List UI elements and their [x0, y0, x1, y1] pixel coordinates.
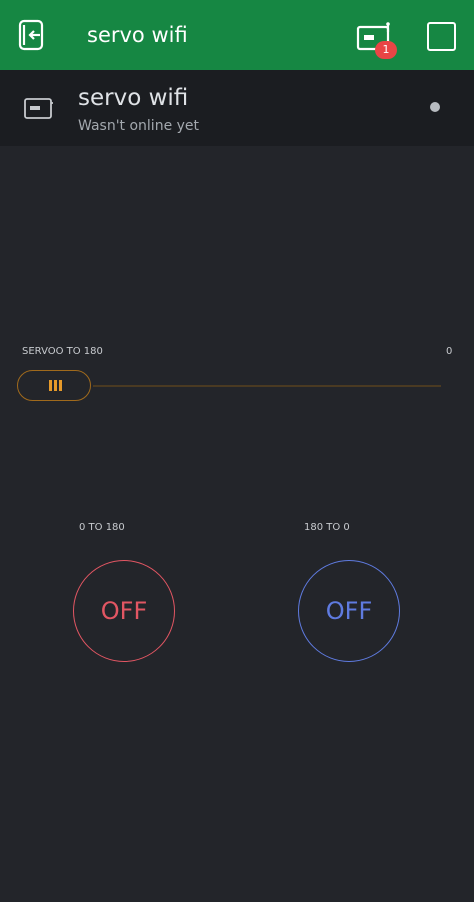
slider-value: 0 [446, 346, 453, 357]
device-icon [24, 98, 53, 119]
exit-icon [18, 19, 44, 51]
grip-icon [49, 380, 52, 391]
back-button[interactable] [18, 19, 48, 51]
button-state: OFF [325, 597, 373, 625]
grip-icon [59, 380, 62, 391]
servo-180-to-0-button[interactable]: OFF [298, 560, 400, 662]
grip-icon [54, 380, 57, 391]
slider-thumb[interactable] [17, 370, 91, 401]
button-state: OFF [100, 597, 148, 625]
device-status: Wasn't online yet [78, 118, 200, 134]
servo-0-to-180-button[interactable]: OFF [73, 560, 175, 662]
device-name: servo wifi [78, 85, 189, 111]
square-button[interactable] [427, 22, 456, 51]
top-bar: servo wifi 1 [0, 0, 474, 70]
status-dot [430, 102, 440, 112]
slider-label: SERVOO TO 180 [22, 346, 103, 357]
app-title: servo wifi [87, 23, 188, 47]
slider-track[interactable] [93, 385, 441, 387]
notification-badge: 1 [375, 41, 397, 59]
button-label-180-to-0: 180 TO 0 [304, 522, 350, 533]
button-label-0-to-180: 0 TO 180 [79, 522, 125, 533]
device-panel-icon [24, 96, 54, 120]
device-panel[interactable]: servo wifi Wasn't online yet [0, 70, 474, 146]
